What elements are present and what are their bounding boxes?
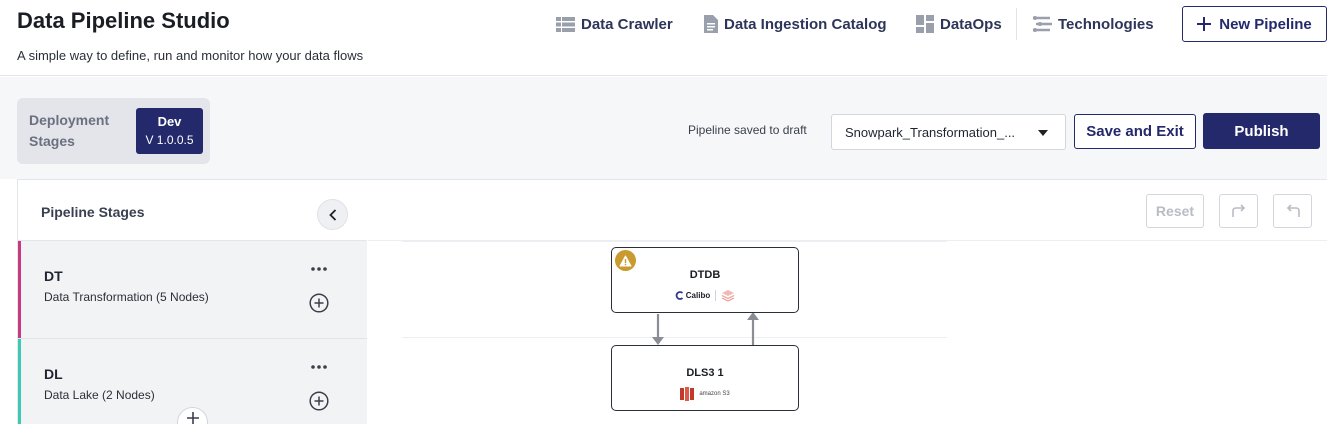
database-stack-icon: [721, 290, 735, 302]
nav-label: Technologies: [1058, 15, 1154, 33]
pipeline-stages-title: Pipeline Stages: [41, 204, 145, 220]
amazon-s3-logo-text: amazon S3: [699, 391, 730, 397]
node-title: DLS3 1: [686, 367, 724, 379]
node-technology-logos: amazon S3: [612, 387, 798, 401]
pipeline-editor: Pipeline Stages DT Data Transformation (…: [17, 179, 1327, 424]
technologies-icon: [1033, 16, 1052, 32]
save-and-exit-button[interactable]: Save and Exit: [1074, 114, 1196, 149]
calibo-mark-icon: [675, 291, 683, 300]
pipeline-canvas[interactable]: Reset DTDB Calibo DLS3 1 amazon S3: [368, 180, 1327, 424]
pipeline-stages-panel: Pipeline Stages DT Data Transformation (…: [18, 180, 367, 424]
draft-status-text: Pipeline saved to draft: [688, 123, 807, 137]
node-connections: [652, 312, 759, 345]
node-technology-logos: Calibo: [612, 289, 798, 302]
table-list-icon: [556, 16, 575, 32]
deployment-stages-label: Deployment Stages: [29, 112, 110, 149]
nav-dataops[interactable]: DataOps: [916, 13, 1002, 35]
nav-divider: [1016, 8, 1017, 40]
add-node-icon[interactable]: [309, 391, 329, 411]
page-subtitle: A simple way to define, run and monitor …: [17, 48, 364, 63]
stage-description: Data Lake (2 Nodes): [44, 388, 155, 402]
caret-down-icon: [1038, 130, 1048, 136]
page-title: Data Pipeline Studio: [17, 8, 230, 33]
node-title: DTDB: [689, 269, 721, 281]
logo-separator: [715, 290, 717, 301]
stage-color-bar: [18, 241, 21, 338]
publish-button[interactable]: Publish: [1203, 113, 1320, 149]
more-options-icon[interactable]: [308, 262, 330, 276]
nav-label: Data Crawler: [581, 15, 673, 33]
calibo-logo-text: Calibo: [685, 291, 711, 300]
add-node-icon[interactable]: [309, 293, 329, 313]
pipeline-node-dtdb[interactable]: DTDB Calibo: [611, 247, 799, 313]
warning-icon[interactable]: [615, 250, 636, 271]
stage-color-bar: [18, 339, 21, 424]
collapse-panel-button[interactable]: [317, 199, 348, 230]
nav-label: DataOps: [940, 15, 1002, 33]
stage-item-dt[interactable]: DT Data Transformation (5 Nodes): [18, 241, 367, 339]
new-pipeline-button[interactable]: New Pipeline: [1182, 6, 1327, 42]
new-pipeline-label: New Pipeline: [1219, 15, 1312, 33]
pipeline-select-value: Snowpark_Transformation_...: [845, 124, 1016, 140]
deployment-version: V 1.0.0.5: [145, 133, 194, 147]
pipeline-select[interactable]: Snowpark_Transformation_...: [831, 114, 1066, 150]
nav-data-crawler[interactable]: Data Crawler: [556, 13, 673, 35]
chevron-left-icon: [328, 208, 336, 221]
pipeline-stages-header: Pipeline Stages: [18, 180, 367, 241]
nav-label: Data Ingestion Catalog: [724, 15, 887, 33]
deployment-stage-badge[interactable]: Dev V 1.0.0.5: [136, 108, 203, 154]
document-icon: [704, 15, 718, 33]
app-header: Data Pipeline Studio A simple way to def…: [0, 0, 1327, 76]
nav-technologies[interactable]: Technologies: [1031, 13, 1154, 35]
amazon-s3-icon: [680, 387, 695, 401]
plus-icon: [1197, 17, 1212, 31]
pipeline-toolbar: Deployment Stages Dev V 1.0.0.5 Pipeline…: [0, 77, 1327, 179]
plus-icon: [186, 412, 199, 424]
pipeline-node-dls3-1[interactable]: DLS3 1 amazon S3: [611, 345, 799, 411]
stage-description: Data Transformation (5 Nodes): [44, 290, 209, 304]
deployment-stages: Deployment Stages Dev V 1.0.0.5: [17, 98, 210, 164]
calibo-logo: Calibo: [675, 291, 710, 300]
stage-code: DL: [44, 366, 63, 382]
dashboard-grid-icon: [916, 15, 934, 33]
nav-data-ingestion-catalog[interactable]: Data Ingestion Catalog: [703, 13, 887, 35]
deployment-env: Dev: [157, 114, 182, 129]
more-options-icon[interactable]: [308, 360, 330, 374]
stage-code: DT: [44, 268, 63, 284]
